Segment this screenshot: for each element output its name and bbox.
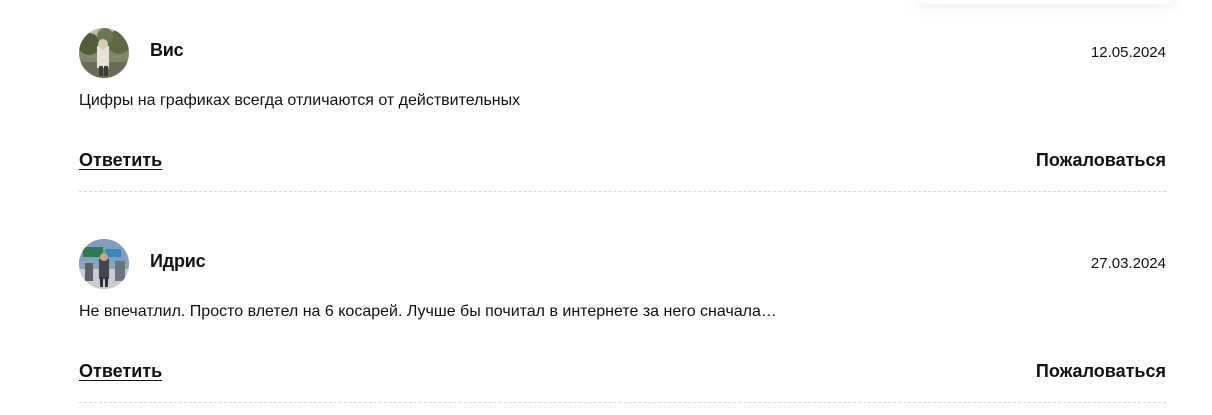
report-link[interactable]: Пожаловаться	[1036, 150, 1166, 171]
comment-item: Идрис 27.03.2024 Не впечатлил. Просто вл…	[79, 214, 1166, 404]
user-photo-icon	[79, 239, 129, 289]
comment-text: Цифры на графиках всегда отличаются от д…	[79, 92, 521, 109]
comment-date: 27.03.2024	[1090, 255, 1166, 272]
reply-link[interactable]: Ответить	[79, 361, 162, 382]
comment-divider	[79, 191, 1166, 192]
reply-link[interactable]: Ответить	[79, 150, 162, 171]
user-photo-icon	[79, 28, 129, 78]
comment-date: 12.05.2024	[1090, 44, 1166, 61]
comment-divider	[79, 402, 1166, 403]
comment-author: Идрис	[150, 251, 206, 271]
avatar[interactable]	[79, 239, 129, 289]
report-link[interactable]: Пожаловаться	[1036, 361, 1166, 382]
avatar[interactable]	[79, 28, 129, 78]
comment-text: Не впечатлил. Просто влетел на 6 косарей…	[79, 303, 777, 320]
comment-author: Вис	[150, 40, 184, 60]
comment-item: Вис 12.05.2024 Цифры на графиках всегда …	[79, 3, 1166, 193]
